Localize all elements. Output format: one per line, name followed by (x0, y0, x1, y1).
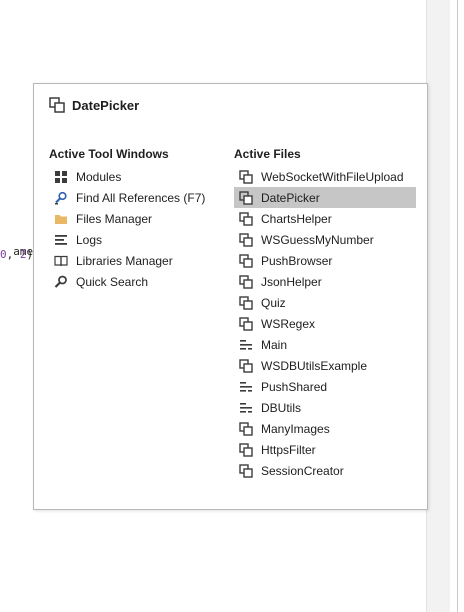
active-file-label: WSDBUtilsExample (261, 358, 368, 373)
tool-window-item-files-manager[interactable]: Files Manager (49, 208, 221, 229)
class-file-icon (49, 97, 65, 113)
active-file-item[interactable]: Main (234, 334, 416, 355)
active-file-label: WebSocketWithFileUpload (261, 169, 404, 184)
tool-window-item-quick-search[interactable]: Quick Search (49, 271, 221, 292)
class-file-icon (239, 463, 253, 478)
active-file-item[interactable]: DBUtils (234, 397, 416, 418)
active-file-item[interactable]: HttpsFilter (234, 439, 416, 460)
active-file-item[interactable]: ChartsHelper (234, 208, 416, 229)
book-icon (54, 255, 68, 266)
folder-icon (55, 214, 67, 224)
tool-window-item-libraries-manager[interactable]: Libraries Manager (49, 250, 221, 271)
active-file-label: DBUtils (261, 400, 302, 415)
tool-window-label: Modules (76, 169, 122, 184)
tool-window-item-logs[interactable]: Logs (49, 229, 221, 250)
class-file-icon (239, 190, 253, 205)
tool-window-label: Files Manager (76, 211, 153, 226)
active-file-item[interactable]: WebSocketWithFileUpload (234, 166, 416, 187)
active-file-label: Quiz (261, 295, 286, 310)
active-file-item[interactable]: WSDBUtilsExample (234, 355, 416, 376)
class-file-icon (239, 421, 253, 436)
class-file-icon (239, 232, 253, 247)
active-file-label: PushShared (261, 379, 328, 394)
active-file-label: Main (261, 337, 288, 352)
active-files-column: Active Files WebSocketWithFileUpload Dat… (234, 147, 416, 481)
active-file-label: PushBrowser (261, 253, 333, 268)
editor-scrollbar-track[interactable] (426, 0, 451, 612)
tool-windows-heading: Active Tool Windows (49, 147, 169, 161)
active-file-item[interactable]: DatePicker (234, 187, 416, 208)
active-file-label: SessionCreator (261, 463, 344, 478)
active-file-item[interactable]: WSGuessMyNumber (234, 229, 416, 250)
active-file-item[interactable]: SessionCreator (234, 460, 416, 481)
active-file-label: WSRegex (261, 316, 316, 331)
code-separator: , (6, 248, 20, 261)
modules-icon (55, 170, 67, 183)
file-switcher-popup: DatePicker Active Tool Windows Modules F… (33, 83, 428, 510)
active-file-label: WSGuessMyNumber (261, 232, 374, 247)
logs-icon (55, 234, 67, 245)
tool-window-item-find-all-references[interactable]: Find All References (F7) (49, 187, 221, 208)
module-file-icon (240, 402, 252, 413)
class-file-icon (239, 316, 253, 331)
code-number: 2 (19, 248, 27, 261)
module-file-icon (240, 339, 252, 350)
tool-window-label: Libraries Manager (76, 253, 173, 268)
class-file-icon (239, 295, 253, 310)
code-line-fragment-2: 0, 2) (0, 248, 33, 261)
tool-window-label: Find All References (F7) (76, 190, 206, 205)
class-file-icon (239, 211, 253, 226)
active-tool-windows-column: Active Tool Windows Modules Find All Ref… (49, 147, 221, 292)
class-file-icon (239, 358, 253, 373)
class-file-icon (239, 169, 253, 184)
active-file-item[interactable]: Quiz (234, 292, 416, 313)
editor-divider (457, 0, 458, 612)
switcher-header: DatePicker (49, 96, 139, 114)
active-files-heading: Active Files (234, 147, 301, 161)
active-file-label: ChartsHelper (261, 211, 332, 226)
active-file-label: JsonHelper (261, 274, 322, 289)
class-file-icon (239, 274, 253, 289)
active-file-item[interactable]: JsonHelper (234, 271, 416, 292)
module-file-icon (240, 381, 252, 392)
active-file-item[interactable]: ManyImages (234, 418, 416, 439)
tool-window-label: Quick Search (76, 274, 149, 289)
class-file-icon (239, 442, 253, 457)
find-references-icon (55, 191, 67, 204)
tool-window-item-modules[interactable]: Modules (49, 166, 221, 187)
magnifier-icon (54, 275, 67, 288)
active-files-list: WebSocketWithFileUpload DatePicker Chart… (234, 166, 416, 481)
active-file-label: DatePicker (261, 190, 320, 205)
active-file-item[interactable]: WSRegex (234, 313, 416, 334)
active-file-item[interactable]: PushShared (234, 376, 416, 397)
active-file-label: HttpsFilter (261, 442, 316, 457)
switcher-title: DatePicker (72, 97, 140, 113)
active-file-item[interactable]: PushBrowser (234, 250, 416, 271)
code-number: 0 (0, 248, 7, 261)
active-file-label: ManyImages (261, 421, 330, 436)
tool-window-label: Logs (76, 232, 103, 247)
class-file-icon (239, 253, 253, 268)
